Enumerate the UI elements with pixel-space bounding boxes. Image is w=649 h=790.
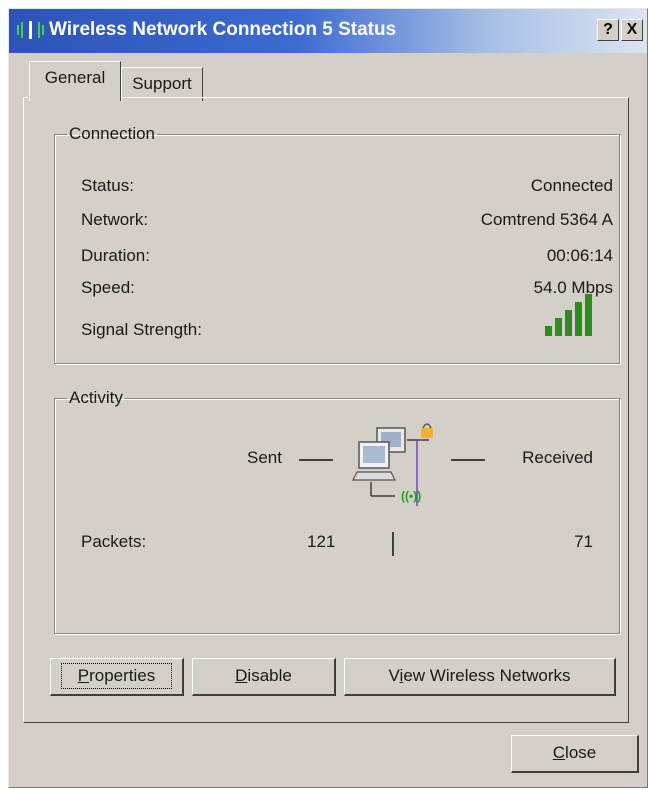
- sent-line: [299, 459, 333, 461]
- signal-bar: [585, 294, 592, 336]
- signal-bar: [575, 302, 582, 336]
- title-bar[interactable]: Wireless Network Connection 5 Status ? X: [9, 9, 647, 53]
- disable-button[interactable]: Disable: [192, 658, 336, 696]
- close-button[interactable]: Close: [511, 735, 639, 773]
- svg-text:((•)): ((•)): [401, 489, 421, 503]
- wireless-network-icon: [17, 21, 44, 39]
- general-tab-panel: Connection Status: Connected Network: Co…: [23, 97, 629, 723]
- properties-label: roperties: [89, 666, 156, 685]
- packets-received-value: 71: [574, 532, 593, 551]
- activity-group: Activity Sent ((•)) Received Packets: 12…: [54, 388, 620, 634]
- network-computers-icon: ((•)): [352, 423, 433, 506]
- view-networks-prefix: V: [388, 666, 400, 685]
- tab-general[interactable]: General: [29, 61, 121, 101]
- disable-label: isable: [247, 666, 292, 685]
- view-networks-label: ew Wireless Networks: [403, 666, 571, 685]
- packets-label: Packets:: [81, 532, 147, 551]
- view-wireless-networks-button[interactable]: View Wireless Networks: [344, 658, 616, 696]
- help-button[interactable]: ?: [597, 19, 619, 41]
- signal-strength-icon: [545, 294, 592, 336]
- packets-sent-value: 121: [307, 532, 336, 551]
- duration-value: 00:06:14: [546, 246, 613, 265]
- close-window-button[interactable]: X: [621, 19, 643, 41]
- packets-divider: [392, 532, 394, 556]
- window-title: Wireless Network Connection 5 Status: [49, 19, 397, 40]
- received-line: [451, 459, 485, 461]
- disable-hotkey: D: [235, 666, 248, 685]
- activity-legend: Activity: [69, 388, 123, 407]
- properties-focus-ring: Properties: [60, 663, 173, 689]
- network-label: Network:: [81, 210, 149, 229]
- connection-group: Connection Status: Connected Network: Co…: [54, 124, 620, 364]
- received-label: Received: [522, 448, 593, 467]
- network-value: Comtrend 5364 A: [480, 210, 613, 229]
- speed-label: Speed:: [81, 278, 135, 297]
- status-value: Connected: [530, 176, 613, 195]
- close-hotkey: C: [552, 743, 566, 762]
- signal-bar: [545, 326, 552, 336]
- tab-support[interactable]: Support: [121, 67, 203, 101]
- properties-hotkey: P: [77, 666, 90, 685]
- status-label: Status:: [81, 176, 134, 195]
- connection-legend: Connection: [69, 124, 156, 143]
- signal-strength-label: Signal Strength:: [81, 320, 202, 339]
- properties-button[interactable]: Properties: [50, 658, 184, 696]
- sent-label: Sent: [247, 448, 282, 467]
- close-label: lose: [565, 743, 597, 762]
- signal-bar: [565, 310, 572, 336]
- signal-bar: [555, 318, 562, 336]
- duration-label: Duration:: [81, 246, 150, 265]
- status-dialog: Wireless Network Connection 5 Status ? X…: [8, 8, 648, 788]
